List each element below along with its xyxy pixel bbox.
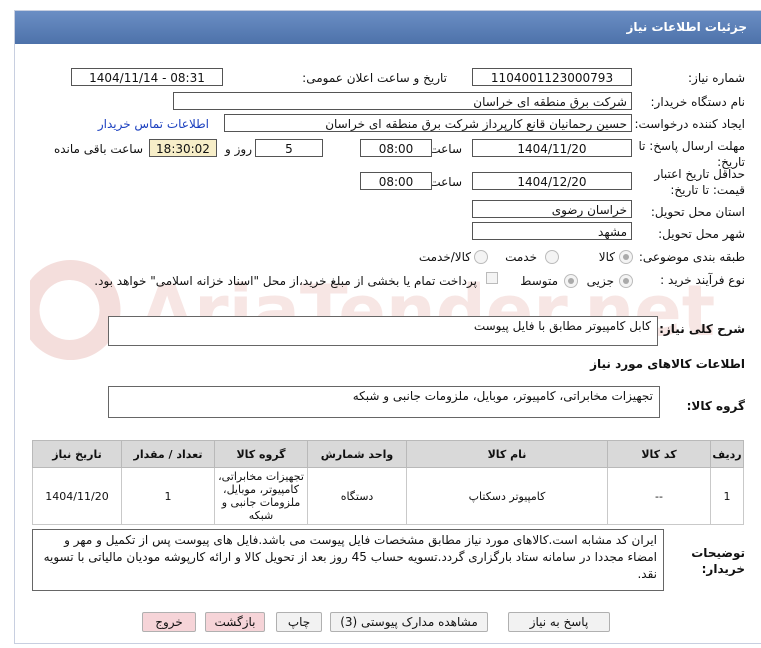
validity-time-label: ساعت — [429, 175, 462, 189]
cell-date: 1404/11/20 — [32, 467, 122, 525]
process-label: نوع فرآیند خرید : — [660, 273, 745, 287]
category-label: طبقه بندی موضوعی: — [638, 250, 745, 264]
th-date: تاریخ نیاز — [32, 440, 122, 468]
cell-row: 1 — [710, 467, 744, 525]
goods-group-label: گروه کالا: — [686, 399, 745, 413]
need-number-field: 1104001123000793 — [472, 68, 632, 86]
goods-info-title: اطلاعات کالاهای مورد نیاز — [590, 357, 745, 371]
deadline-time-label: ساعت — [429, 142, 462, 156]
buyer-label: نام دستگاه خریدار: — [650, 95, 746, 109]
summary-label: شرح کلی نیاز: — [659, 322, 745, 336]
city-label: شهر محل تحویل: — [658, 227, 745, 241]
attachments-button[interactable]: مشاهده مدارک پیوستی (3) — [330, 612, 488, 632]
process-option-minor: جزیی — [586, 274, 614, 288]
buyer-contact-link[interactable]: اطلاعات تماس خریدار — [98, 117, 209, 131]
process-radio-medium[interactable] — [564, 274, 578, 288]
th-group: گروه کالا — [214, 440, 308, 468]
process-option-medium: متوسط — [520, 274, 558, 288]
validity-date-field: 1404/12/20 — [472, 172, 632, 190]
category-radio-goods[interactable] — [619, 250, 633, 264]
announce-field: 1404/11/14 - 08:31 — [71, 68, 223, 86]
th-unit: واحد شمارش — [307, 440, 407, 468]
cell-group: تجهیزات مخابراتی، کامپیوتر، موبایل، ملزو… — [214, 467, 308, 525]
category-option-goods: کالا — [598, 250, 615, 264]
th-row: ردیف — [710, 440, 744, 468]
creator-field: حسین رحمانیان قانع کارپرداز شرکت برق منط… — [224, 114, 632, 132]
panel-title: جزئیات اطلاعات نیاز — [626, 20, 747, 34]
category-option-goods-service: کالا/خدمت — [418, 250, 471, 264]
panel-header: جزئیات اطلاعات نیاز — [15, 11, 761, 44]
remaining-label: ساعت باقی مانده — [53, 142, 143, 156]
province-field: خراسان رضوی — [472, 200, 632, 218]
cell-qty: 1 — [121, 467, 215, 525]
process-radio-minor[interactable] — [619, 274, 633, 288]
back-button[interactable]: بازگشت — [205, 612, 265, 632]
deadline-time-field: 08:00 — [360, 139, 432, 157]
creator-label: ایجاد کننده درخواست: — [634, 117, 745, 131]
days-label: روز و — [225, 142, 252, 156]
th-name: نام کالا — [406, 440, 608, 468]
notes-label: توضیحات خریدار: — [691, 546, 745, 576]
buyer-field: شرکت برق منطقه ای خراسان — [173, 92, 632, 110]
province-label: استان محل تحویل: — [650, 205, 745, 219]
notes-textarea: ایران کد مشابه است.کالاهای مورد نیاز مطا… — [32, 529, 664, 591]
category-radio-service[interactable] — [545, 250, 559, 264]
days-field: 5 — [255, 139, 323, 157]
goods-group-textarea: تجهیزات مخابراتی، کامپیوتر، موبایل، ملزو… — [108, 386, 660, 418]
cell-name: کامپیوتر دسکتاپ — [406, 467, 608, 525]
goods-table: ردیف کد کالا نام کالا واحد شمارش گروه کا… — [32, 440, 744, 525]
reply-button[interactable]: پاسخ به نیاز — [508, 612, 610, 632]
validity-time-field: 08:00 — [360, 172, 432, 190]
deadline-date-field: 1404/11/20 — [472, 139, 632, 157]
th-code: کد کالا — [607, 440, 711, 468]
validity-label: حداقل تاریخ اعتبار قیمت: تا تاریخ: — [654, 167, 745, 197]
category-option-service: خدمت — [505, 250, 537, 264]
exit-button[interactable]: خروج — [142, 612, 196, 632]
category-radio-goods-service[interactable] — [474, 250, 488, 264]
city-field: مشهد — [472, 222, 632, 240]
table-header-row: ردیف کد کالا نام کالا واحد شمارش گروه کا… — [32, 440, 744, 468]
need-number-label: شماره نیاز: — [688, 71, 745, 85]
print-button[interactable]: چاپ — [276, 612, 322, 632]
cell-unit: دستگاه — [307, 467, 407, 525]
announce-label: تاریخ و ساعت اعلان عمومی: — [302, 71, 447, 85]
treasury-note: پرداخت تمام یا بخشی از مبلغ خرید،از محل … — [94, 274, 477, 288]
remaining-time-field: 18:30:02 — [149, 139, 217, 157]
treasury-checkbox[interactable] — [486, 272, 498, 284]
summary-textarea: کابل کامپیوتر مطابق با فایل پیوست — [108, 316, 658, 346]
th-qty: تعداد / مقدار — [121, 440, 215, 468]
cell-code: -- — [607, 467, 711, 525]
table-row: 1 -- کامپیوتر دسکتاپ دستگاه تجهیزات مخاب… — [32, 467, 744, 525]
